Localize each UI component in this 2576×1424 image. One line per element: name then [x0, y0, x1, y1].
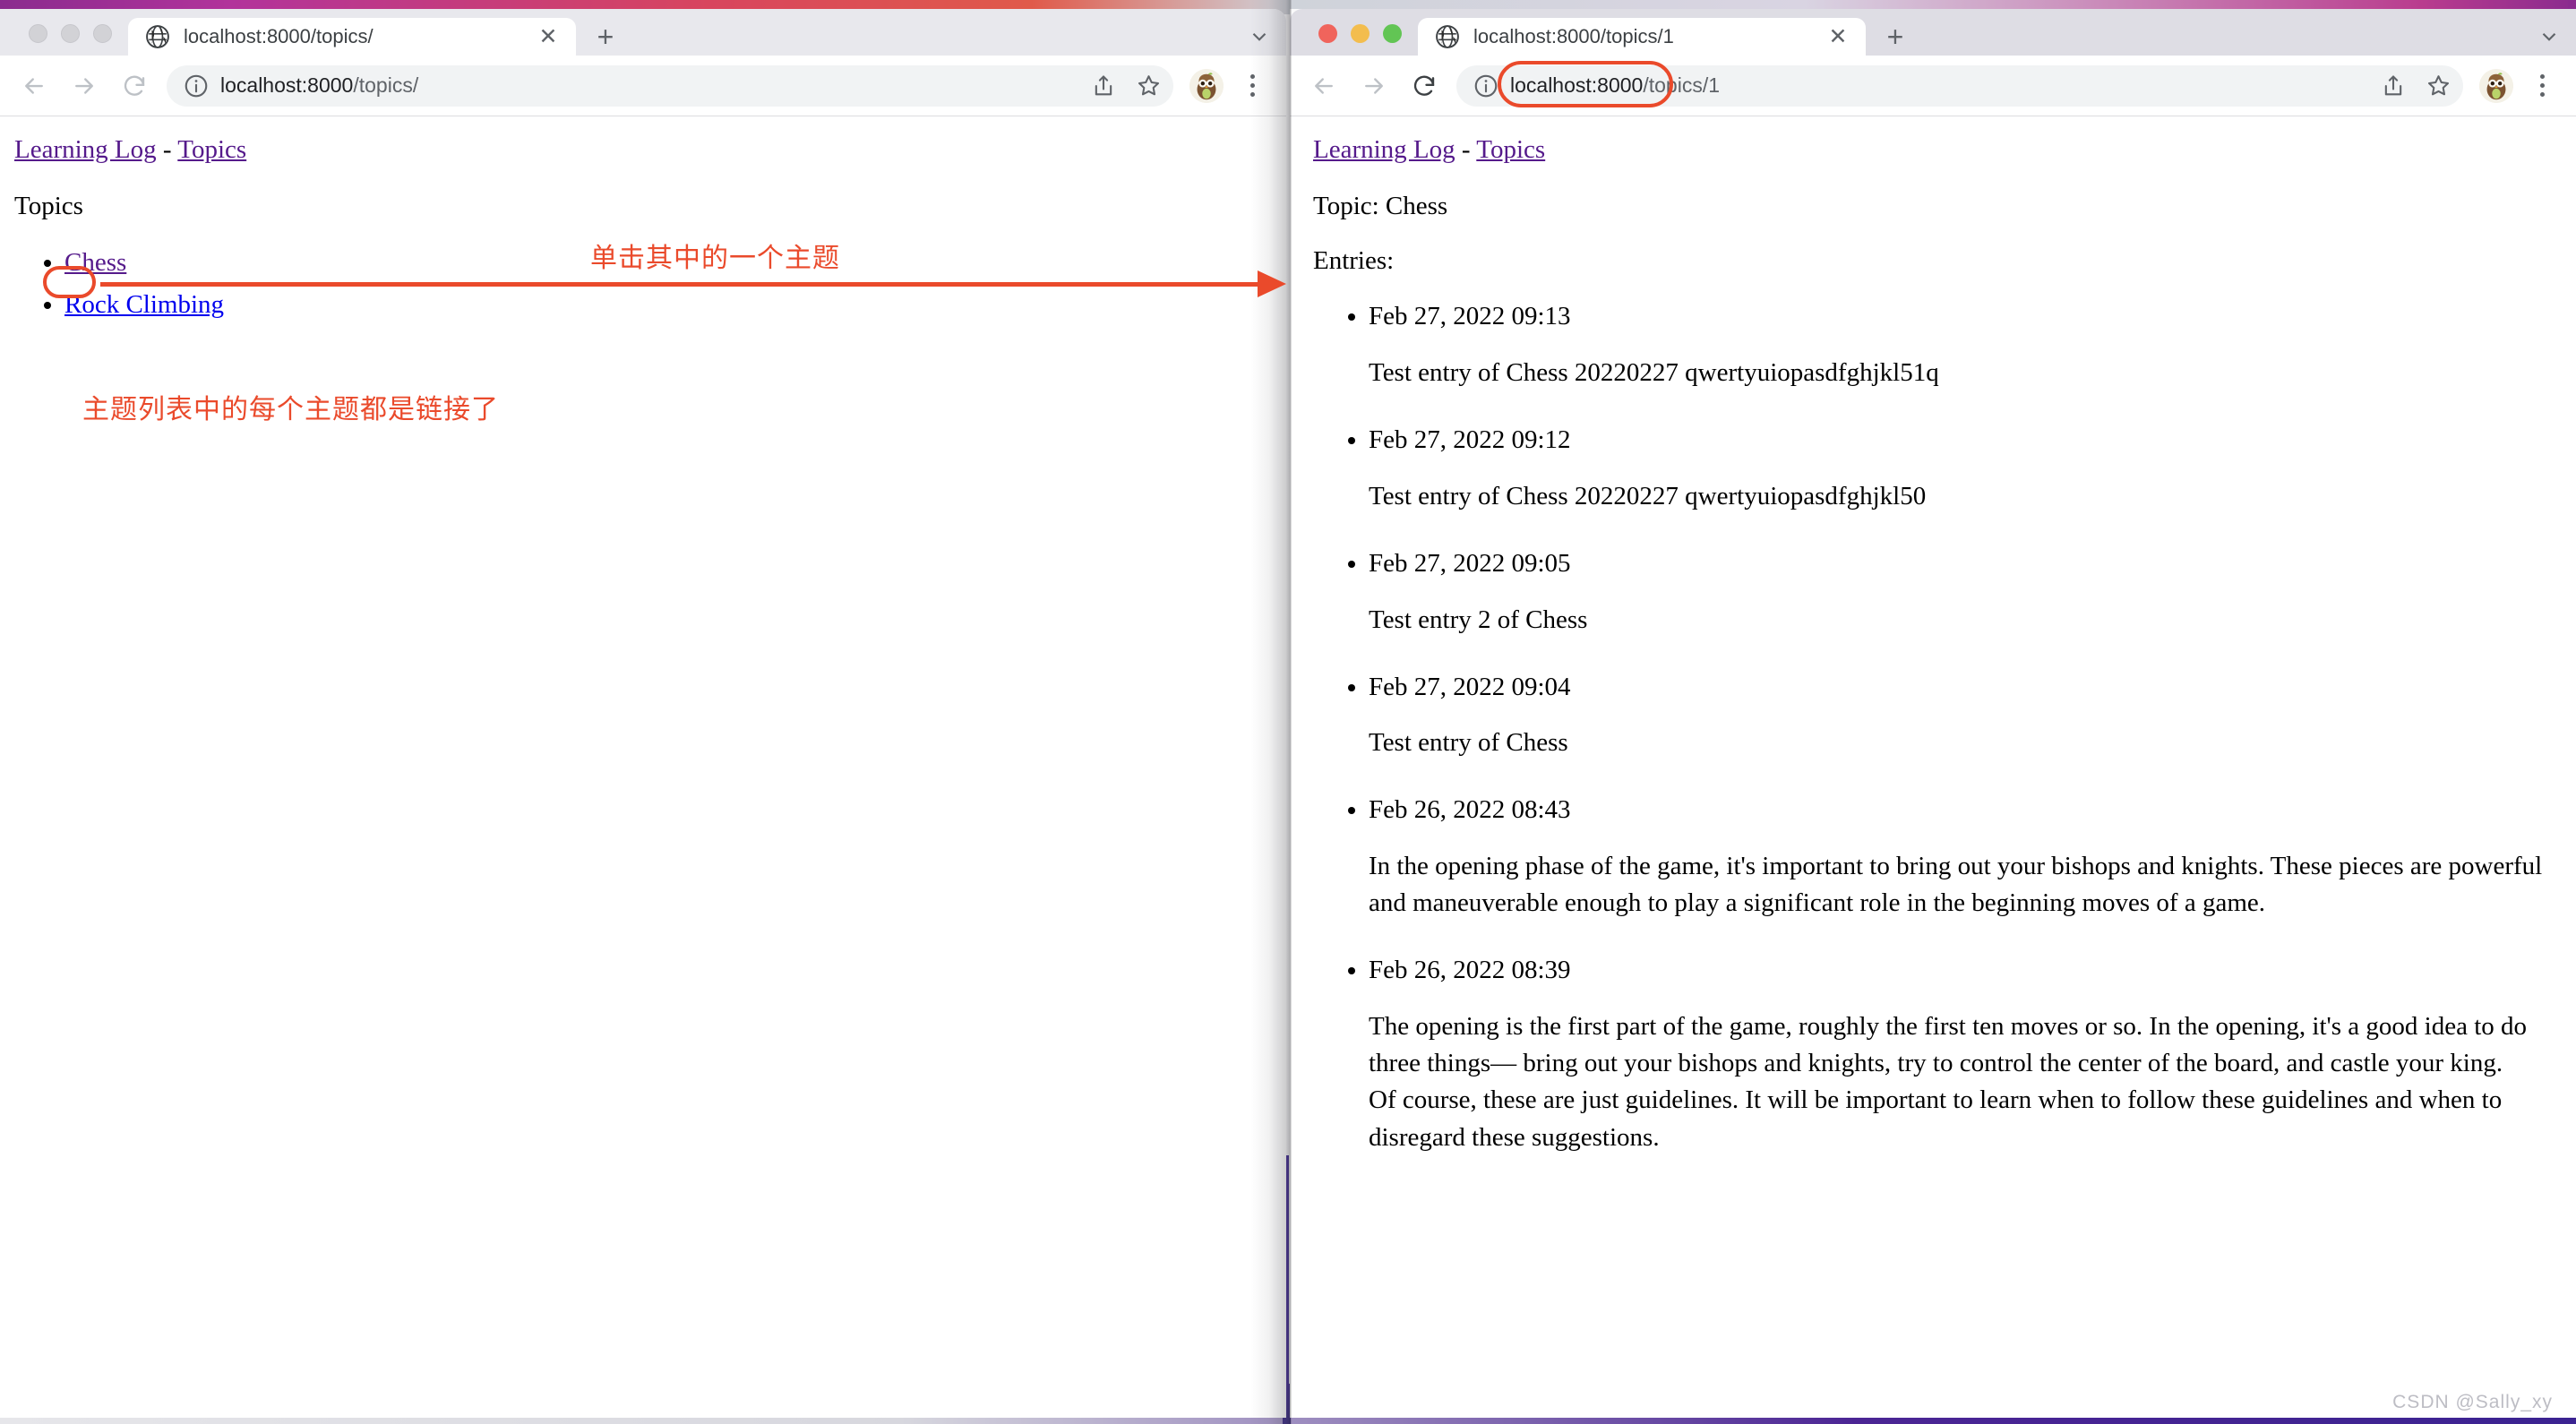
url-path: /topics/: [353, 73, 419, 97]
three-dot-menu-icon[interactable]: [2522, 66, 2562, 106]
omnibox-actions-right: [2374, 66, 2458, 106]
breadcrumb-topics-link[interactable]: Topics: [1476, 135, 1545, 164]
chevron-down-icon[interactable]: [2522, 18, 2576, 56]
csdn-watermark: CSDN @Sally_xy: [2392, 1392, 2553, 1412]
browser-toolbar-right: localhost:8000/topics/1: [1290, 56, 2576, 116]
breadcrumb: Learning Log - Topics: [1313, 133, 2562, 167]
entry-date: Feb 27, 2022 09:05: [1369, 548, 1571, 578]
maximize-window-button[interactable]: [93, 24, 112, 43]
forward-arrow-icon[interactable]: [59, 61, 109, 111]
omnibox-actions-left: [1084, 66, 1168, 106]
reload-icon[interactable]: [1399, 61, 1449, 111]
annotation-arrow-line: [100, 282, 1270, 287]
new-tab-button[interactable]: +: [1875, 18, 1916, 56]
desktop-backdrop-top-right: [1290, 0, 2576, 9]
page-content-left: Learning Log - Topics Topics Chess Rock …: [0, 116, 1286, 1417]
owl-avatar-icon[interactable]: [2479, 68, 2513, 103]
star-icon[interactable]: [1129, 66, 1168, 106]
chevron-down-icon[interactable]: [1232, 18, 1286, 56]
forward-arrow-icon[interactable]: [1349, 61, 1399, 111]
site-info-icon[interactable]: [1473, 73, 1499, 99]
minimize-window-button[interactable]: [61, 24, 80, 43]
page-title: Topics: [14, 192, 83, 221]
minimize-window-button[interactable]: [1351, 24, 1370, 43]
annotation-arrow-head: [1258, 270, 1286, 297]
url-text-wrapper: localhost:8000/topics/: [220, 73, 1077, 98]
share-icon[interactable]: [1084, 66, 1123, 106]
back-arrow-icon[interactable]: [9, 61, 59, 111]
desktop-screen: localhost:8000/topics/ ✕ + localhost:800…: [0, 0, 2576, 1424]
entry-text: The opening is the first part of the gam…: [1369, 1012, 2528, 1152]
chess-highlight-oval: [43, 266, 96, 298]
table-row: Feb 26, 2022 08:43 In the opening phase …: [1369, 792, 2562, 922]
close-window-button[interactable]: [29, 24, 47, 43]
window-controls-right[interactable]: [1302, 24, 1418, 56]
breadcrumb-home-link[interactable]: Learning Log: [14, 135, 157, 164]
owl-avatar-icon[interactable]: [1189, 68, 1224, 103]
entry-date: Feb 27, 2022 09:04: [1369, 672, 1571, 701]
back-arrow-icon[interactable]: [1299, 61, 1349, 111]
browser-tab-right[interactable]: localhost:8000/topics/1 ✕: [1418, 18, 1866, 56]
url-host: localhost:8000: [220, 73, 354, 97]
maximize-window-button[interactable]: [1383, 24, 1402, 43]
entry-text: Test entry of Chess 20220227 qwertyuiopa…: [1369, 481, 1927, 510]
table-row: Feb 27, 2022 09:12 Test entry of Chess 2…: [1369, 422, 2562, 515]
entry-text: In the opening phase of the game, it's i…: [1369, 852, 2543, 918]
breadcrumb-separator: -: [1455, 135, 1477, 164]
entry-text: Test entry of Chess 20220227 qwertyuiopa…: [1369, 358, 1939, 388]
browser-tab-left[interactable]: localhost:8000/topics/ ✕: [128, 18, 576, 56]
browser-toolbar-left: localhost:8000/topics/: [0, 56, 1286, 116]
breadcrumb: Learning Log - Topics: [14, 133, 1272, 167]
browser-window-left: localhost:8000/topics/ ✕ + localhost:800…: [0, 9, 1286, 1418]
url-text: localhost:8000/topics/: [220, 73, 418, 98]
share-icon[interactable]: [2374, 66, 2413, 106]
breadcrumb-home-link[interactable]: Learning Log: [1313, 135, 1455, 164]
tab-title: localhost:8000/topics/: [184, 25, 374, 47]
reload-icon[interactable]: [109, 61, 159, 111]
table-row: Feb 26, 2022 08:39 The opening is the fi…: [1369, 952, 2562, 1155]
star-icon[interactable]: [2418, 66, 2458, 106]
entry-text: Test entry 2 of Chess: [1369, 605, 1588, 634]
close-window-button[interactable]: [1318, 24, 1337, 43]
url-path: /topics/1: [1643, 73, 1720, 97]
list-item: Rock Climbing: [64, 286, 1272, 323]
globe-icon: [146, 25, 169, 48]
site-info-icon[interactable]: [183, 73, 210, 99]
page-content-right: Learning Log - Topics Topic: Chess Entri…: [1290, 116, 2576, 1417]
window-controls-left[interactable]: [13, 24, 128, 56]
entries-list: Feb 27, 2022 09:13 Test entry of Chess 2…: [1369, 298, 2562, 1155]
tab-strip-right: localhost:8000/topics/1 ✕ +: [1290, 9, 2576, 56]
address-bar-right[interactable]: localhost:8000/topics/1: [1456, 61, 2463, 107]
table-row: Feb 27, 2022 09:04 Test entry of Chess: [1369, 669, 2562, 762]
url-text-wrapper: localhost:8000/topics/1: [1498, 61, 2366, 107]
table-row: Feb 27, 2022 09:13 Test entry of Chess 2…: [1369, 298, 2562, 391]
three-dot-menu-icon[interactable]: [1232, 66, 1272, 106]
entry-date: Feb 26, 2022 08:39: [1369, 956, 1571, 985]
entries-heading: Entries:: [1313, 246, 1395, 276]
globe-icon: [1436, 25, 1459, 48]
breadcrumb-separator: -: [156, 135, 178, 164]
breadcrumb-topics-link[interactable]: Topics: [177, 135, 246, 164]
topic-heading: Topic: Chess: [1313, 192, 1448, 221]
tab-title: localhost:8000/topics/1: [1473, 25, 1674, 47]
url-host: localhost:8000: [1510, 73, 1644, 97]
url-text: localhost:8000/topics/1: [1510, 73, 1720, 98]
close-tab-button[interactable]: ✕: [533, 21, 563, 52]
tab-strip-left: localhost:8000/topics/ ✕ +: [0, 9, 1286, 56]
table-row: Feb 27, 2022 09:05 Test entry 2 of Chess: [1369, 545, 2562, 639]
list-item: Chess: [64, 244, 1272, 281]
new-tab-button[interactable]: +: [585, 18, 626, 56]
close-tab-button[interactable]: ✕: [1823, 21, 1853, 52]
entry-date: Feb 27, 2022 09:12: [1369, 425, 1571, 455]
address-bar-left[interactable]: localhost:8000/topics/: [167, 64, 1173, 107]
browser-window-right: localhost:8000/topics/1 ✕ + localhost:80…: [1290, 9, 2576, 1418]
entry-text: Test entry of Chess: [1369, 728, 1568, 758]
entry-date: Feb 26, 2022 08:43: [1369, 795, 1571, 825]
entry-date: Feb 27, 2022 09:13: [1369, 302, 1571, 331]
